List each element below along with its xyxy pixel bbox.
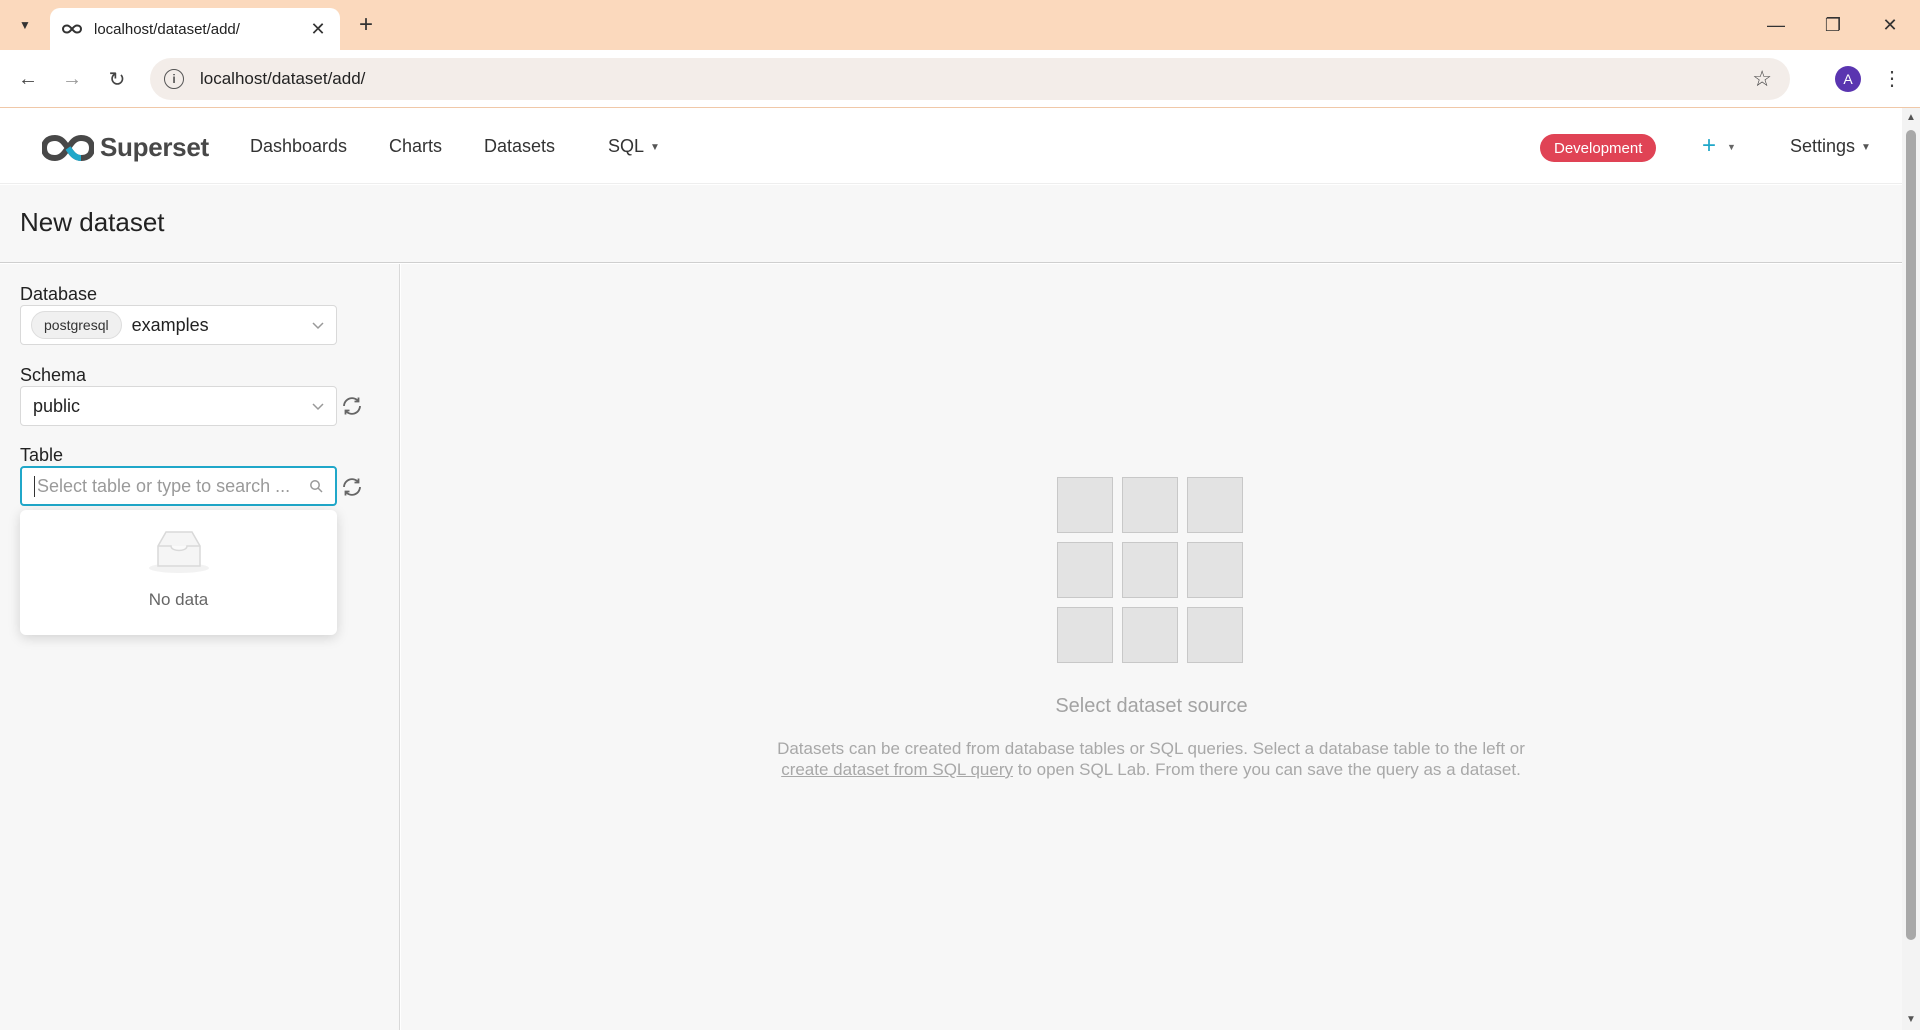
grid-cell	[1122, 607, 1178, 663]
empty-state-title: Select dataset source	[1055, 695, 1248, 717]
chevron-down-icon	[312, 403, 324, 411]
table-label: Table	[20, 445, 64, 465]
address-bar[interactable]: i localhost/dataset/add/ ☆	[150, 58, 1790, 100]
refresh-table-icon[interactable]	[340, 475, 364, 499]
database-type-tag: postgresql	[31, 311, 122, 339]
nav-datasets[interactable]: Datasets	[484, 136, 555, 157]
reload-icon[interactable]: ↻	[101, 63, 133, 95]
no-data-text: No data	[148, 590, 209, 609]
nav-dashboards[interactable]: Dashboards	[250, 136, 347, 157]
forward-icon[interactable]: →	[56, 63, 88, 95]
grid-cell	[1122, 542, 1178, 598]
scroll-down-icon[interactable]: ▼	[1906, 1014, 1916, 1025]
tab-title: localhost/dataset/add/	[94, 20, 240, 38]
nav-charts[interactable]: Charts	[389, 136, 442, 157]
profile-avatar[interactable]: A	[1835, 66, 1861, 92]
database-value: examples	[131, 314, 209, 335]
grid-cell	[1057, 477, 1113, 533]
settings-menu[interactable]: Settings ▼	[1790, 136, 1871, 157]
database-label: Database	[20, 284, 98, 304]
minimize-icon[interactable]: —	[1756, 10, 1796, 40]
caret-down-icon: ▼	[650, 141, 660, 153]
settings-label: Settings	[1790, 136, 1856, 156]
grid-cell	[1187, 477, 1243, 533]
schema-label: Schema	[20, 365, 87, 385]
nav-sql[interactable]: SQL ▼	[608, 136, 660, 157]
page-header: New dataset	[0, 185, 1902, 263]
restore-icon[interactable]: ❐	[1813, 10, 1853, 40]
tab-close-icon[interactable]: ✕	[308, 19, 328, 40]
empty-inbox-icon	[149, 531, 209, 573]
table-placeholder: Select table or type to search ...	[34, 475, 309, 497]
grid-cell	[1057, 542, 1113, 598]
bookmark-star-icon[interactable]: ☆	[1752, 66, 1772, 92]
empty-state-description: Datasets can be created from database ta…	[771, 738, 1531, 780]
superset-favicon-icon	[62, 24, 82, 34]
environment-badge: Development	[1540, 134, 1657, 162]
chevron-down-icon	[312, 322, 324, 330]
brand-name: Superset	[100, 132, 209, 162]
table-dropdown: No data	[20, 510, 337, 635]
dataset-source-panel: Database postgresql examples Schema publ…	[0, 264, 400, 1030]
page-scrollbar[interactable]: ▲ ▼	[1902, 108, 1920, 1030]
address-url[interactable]: localhost/dataset/add/	[200, 69, 1752, 89]
page-title: New dataset	[20, 207, 165, 237]
site-info-icon[interactable]: i	[164, 69, 184, 89]
database-select[interactable]: postgresql examples	[20, 305, 337, 345]
browser-tab[interactable]: localhost/dataset/add/ ✕	[50, 8, 340, 50]
scroll-up-icon[interactable]: ▲	[1906, 112, 1916, 123]
dataset-preview-panel: Select dataset source Datasets can be cr…	[401, 264, 1902, 1030]
window-close-icon[interactable]: ✕	[1870, 10, 1910, 40]
plus-icon[interactable]: +	[1702, 132, 1716, 160]
grid-cell	[1122, 477, 1178, 533]
schema-select[interactable]: public	[20, 386, 337, 426]
back-icon[interactable]: ←	[12, 63, 44, 95]
empty-desc-text: Datasets can be created from database ta…	[777, 739, 1525, 758]
nav-sql-label: SQL	[608, 136, 645, 156]
browser-toolbar: ← → ↻ i localhost/dataset/add/ ☆ A ⋮	[0, 50, 1920, 108]
superset-logo-icon	[42, 134, 94, 161]
superset-logo[interactable]: Superset	[42, 132, 209, 163]
table-search-input[interactable]: Select table or type to search ...	[20, 466, 337, 506]
caret-down-icon[interactable]: ▼	[1727, 142, 1736, 152]
create-dataset-from-sql-link[interactable]: create dataset from SQL query	[781, 760, 1013, 779]
tab-search-chevron-icon[interactable]: ▼	[12, 12, 38, 38]
browser-tabstrip: ▼ localhost/dataset/add/ ✕ + — ❐ ✕	[0, 0, 1920, 50]
search-icon	[310, 480, 323, 493]
refresh-schema-icon[interactable]	[340, 394, 364, 418]
schema-value: public	[33, 395, 81, 416]
caret-down-icon: ▼	[1861, 141, 1871, 153]
empty-desc-text-end: to open SQL Lab. From there you can save…	[1013, 760, 1521, 779]
grid-cell	[1187, 607, 1243, 663]
scroll-thumb[interactable]	[1906, 130, 1916, 940]
grid-cell	[1187, 542, 1243, 598]
grid-cell	[1057, 607, 1113, 663]
app-header: Superset Dashboards Charts Datasets SQL ▼…	[0, 108, 1902, 184]
new-tab-icon[interactable]: +	[352, 11, 380, 39]
browser-menu-icon[interactable]: ⋮	[1880, 64, 1904, 94]
